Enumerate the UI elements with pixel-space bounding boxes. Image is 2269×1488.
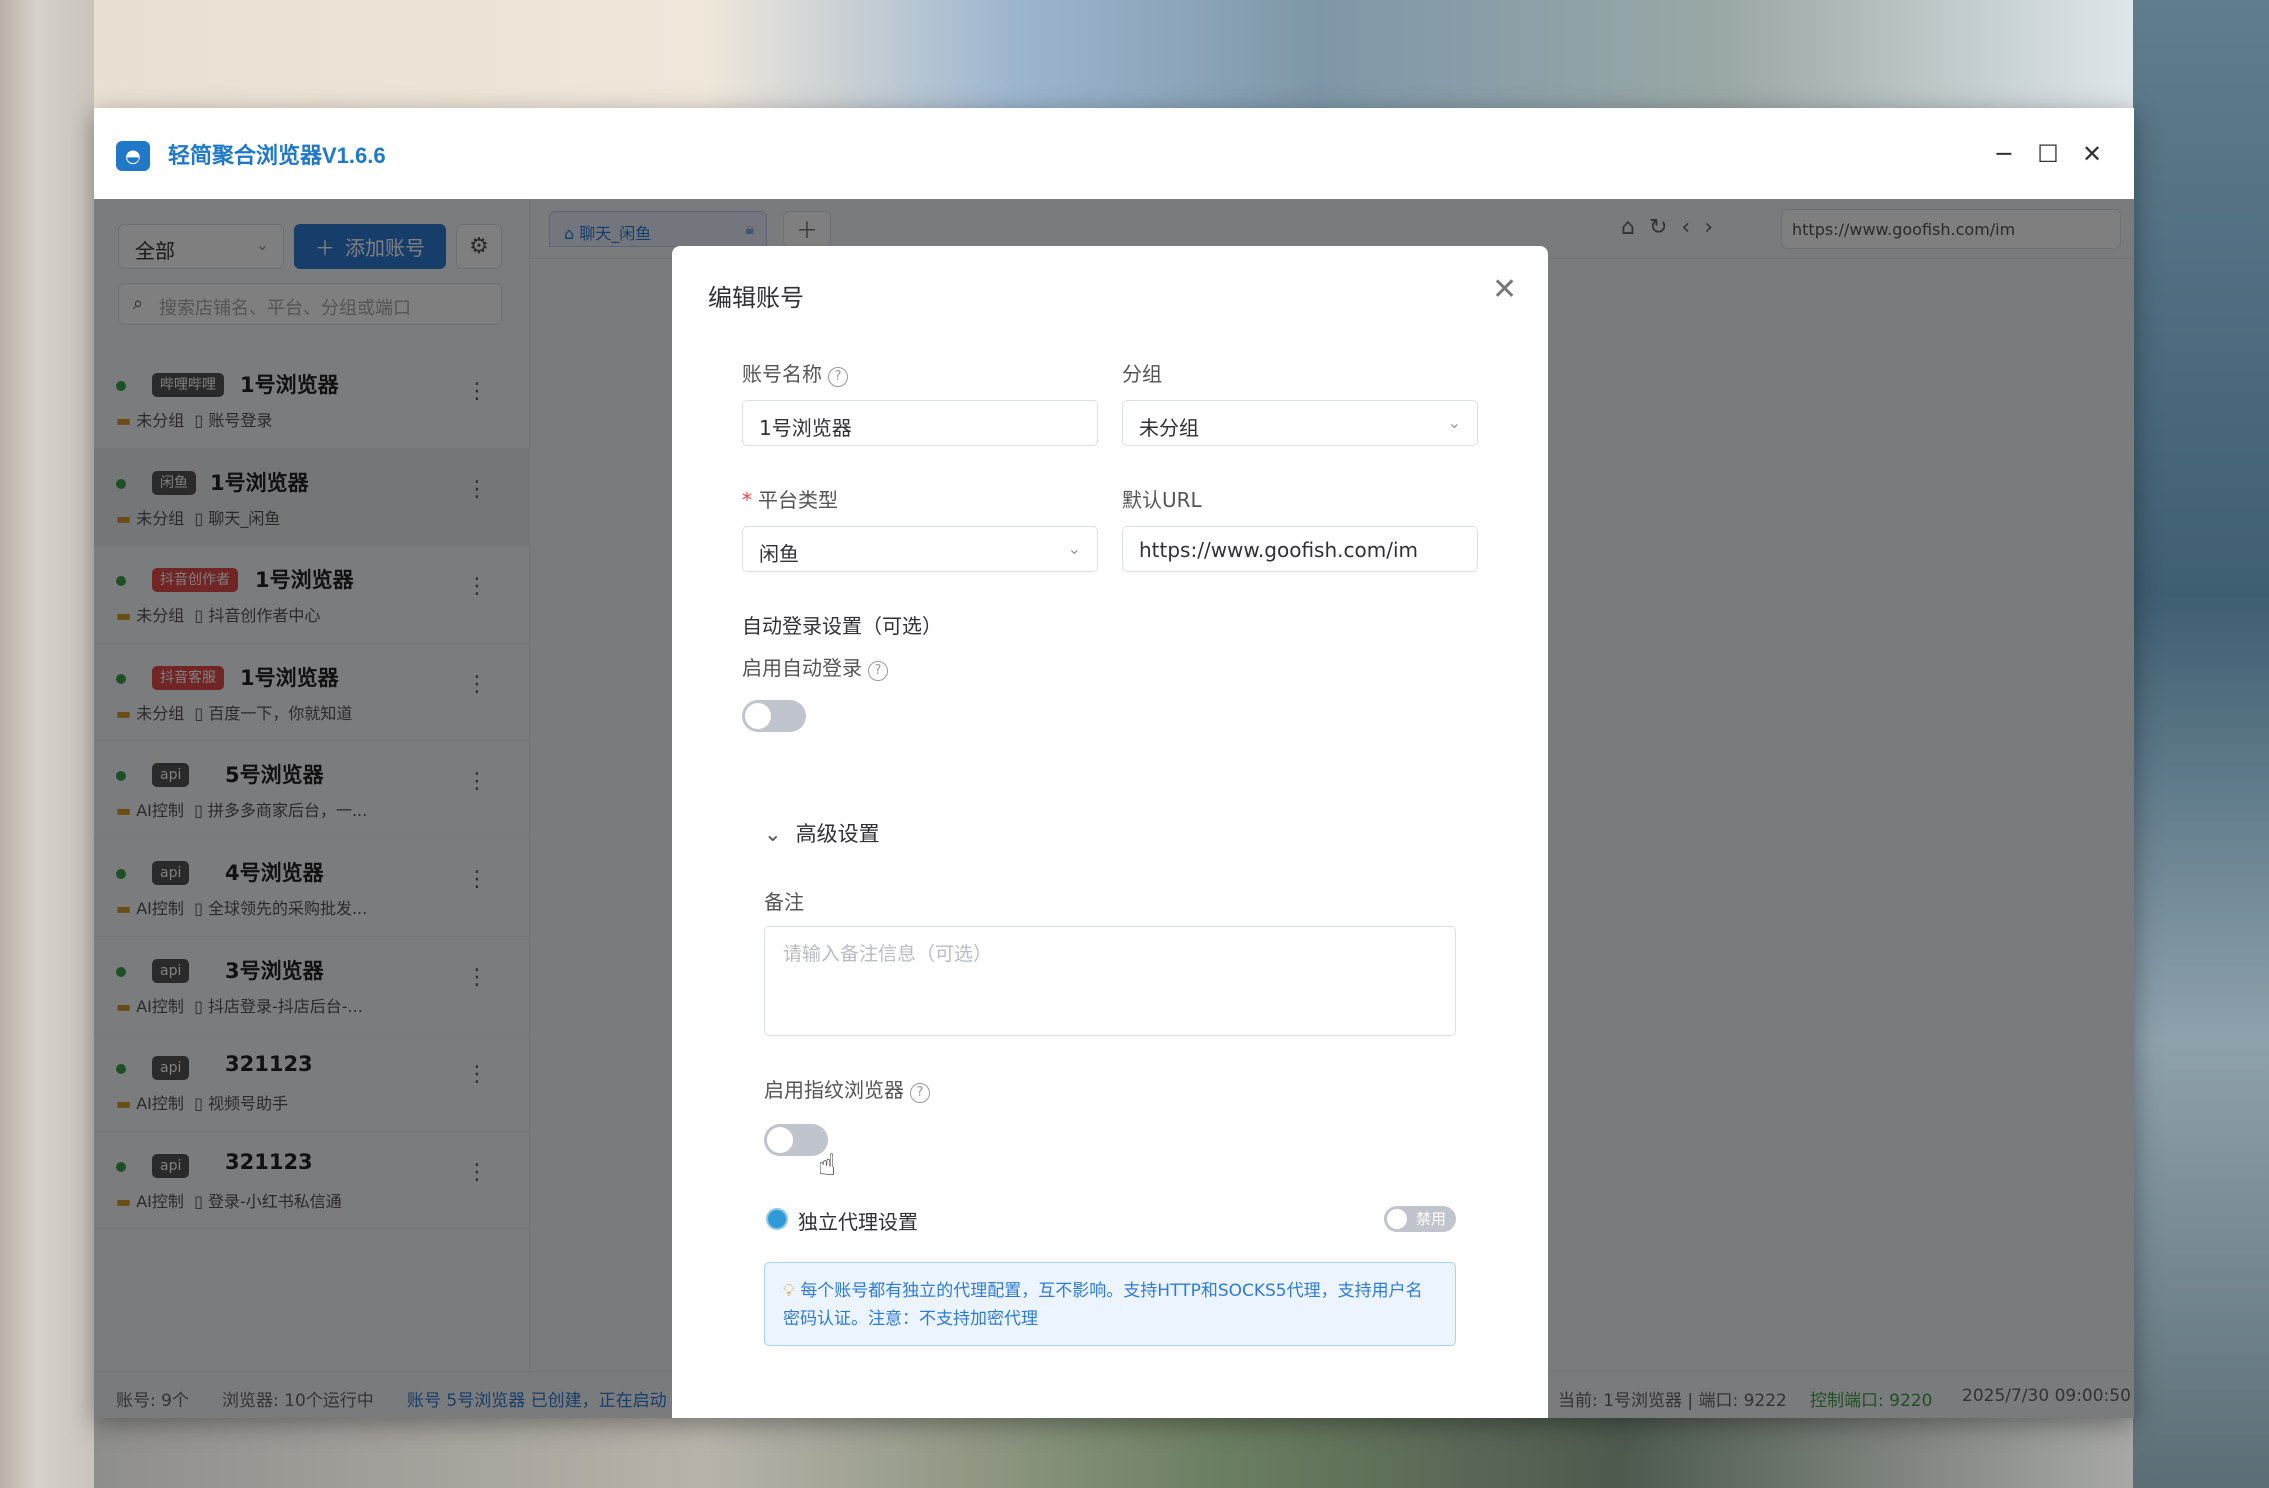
auto-login-section-title: 自动登录设置（可选） xyxy=(742,614,942,638)
account-name-label-text: 账号名称 xyxy=(742,362,822,386)
close-icon[interactable]: ✕ xyxy=(1492,272,1517,307)
fingerprint-label-text: 启用指纹浏览器 xyxy=(764,1078,904,1102)
auto-login-label-text: 启用自动登录 xyxy=(742,656,862,680)
toggle-knob xyxy=(767,1127,793,1153)
globe-icon xyxy=(766,1208,788,1230)
platform-select-value: 闲鱼 xyxy=(759,542,799,566)
edit-account-dialog: 编辑账号 ✕ 账号名称? 1号浏览器 分组 未分组 ⌄ * 平台类型 闲鱼 ⌄ 默… xyxy=(672,246,1548,1418)
proxy-toggle[interactable]: 禁用 xyxy=(1384,1206,1456,1232)
proxy-settings-label: 独立代理设置 xyxy=(798,1210,918,1234)
platform-label: * 平台类型 xyxy=(742,484,838,513)
group-label: 分组 xyxy=(1122,362,1162,386)
chevron-down-icon: ⌄ xyxy=(1067,539,1081,558)
app-logo-icon: ◓ xyxy=(116,141,150,171)
lightbulb-icon: 💡︎ xyxy=(783,1281,795,1301)
help-icon[interactable]: ? xyxy=(910,1083,930,1103)
default-url-label: 默认URL xyxy=(1122,488,1202,512)
minimize-button[interactable]: ─ xyxy=(1984,134,2024,174)
platform-select[interactable]: 闲鱼 ⌄ xyxy=(742,526,1098,572)
remark-label: 备注 xyxy=(764,890,804,914)
desktop-bottom-band xyxy=(94,1418,2133,1488)
help-icon[interactable]: ? xyxy=(828,367,848,387)
advanced-settings-header[interactable]: ⌄ 高级设置 xyxy=(764,818,880,848)
account-name-input[interactable]: 1号浏览器 xyxy=(742,400,1098,446)
app-title: 轻简聚合浏览器V1.6.6 xyxy=(168,143,386,168)
account-name-label: 账号名称? xyxy=(742,358,848,387)
help-icon[interactable]: ? xyxy=(868,661,888,681)
close-window-button[interactable]: ✕ xyxy=(2072,134,2112,174)
group-select[interactable]: 未分组 ⌄ xyxy=(1122,400,1478,446)
fingerprint-label: 启用指纹浏览器? xyxy=(764,1074,930,1103)
desktop-left-edge xyxy=(0,0,94,1488)
desktop-right-edge xyxy=(2133,0,2269,1488)
required-mark: * xyxy=(742,488,752,512)
platform-label-text: 平台类型 xyxy=(758,488,838,512)
proxy-info-tip: 💡︎ 每个账号都有独立的代理配置，互不影响。支持HTTP和SOCKS5代理，支持… xyxy=(764,1262,1456,1346)
hand-cursor-icon: ☝ xyxy=(818,1148,837,1183)
chevron-down-icon: ⌄ xyxy=(1447,413,1461,432)
desktop-top-band xyxy=(94,0,2133,108)
maximize-button[interactable]: ☐ xyxy=(2028,134,2068,174)
dialog-title: 编辑账号 xyxy=(708,284,804,312)
group-select-value: 未分组 xyxy=(1139,416,1199,440)
remark-placeholder: 请输入备注信息（可选） xyxy=(783,943,993,965)
toggle-knob xyxy=(1387,1209,1407,1229)
proxy-tip-text: 每个账号都有独立的代理配置，互不影响。支持HTTP和SOCKS5代理，支持用户名… xyxy=(783,1281,1423,1329)
proxy-toggle-text: 禁用 xyxy=(1416,1210,1447,1228)
chevron-down-icon: ⌄ xyxy=(764,822,782,846)
title-bar: ◓ 轻简聚合浏览器V1.6.6 ─ ☐ ✕ xyxy=(94,108,2134,199)
auto-login-label: 启用自动登录? xyxy=(742,652,888,681)
toggle-knob xyxy=(745,703,771,729)
auto-login-toggle[interactable] xyxy=(742,700,806,732)
advanced-settings-label: 高级设置 xyxy=(795,822,880,846)
default-url-input[interactable]: https://www.goofish.com/im xyxy=(1122,526,1478,572)
remark-textarea[interactable]: 请输入备注信息（可选） xyxy=(764,926,1456,1036)
